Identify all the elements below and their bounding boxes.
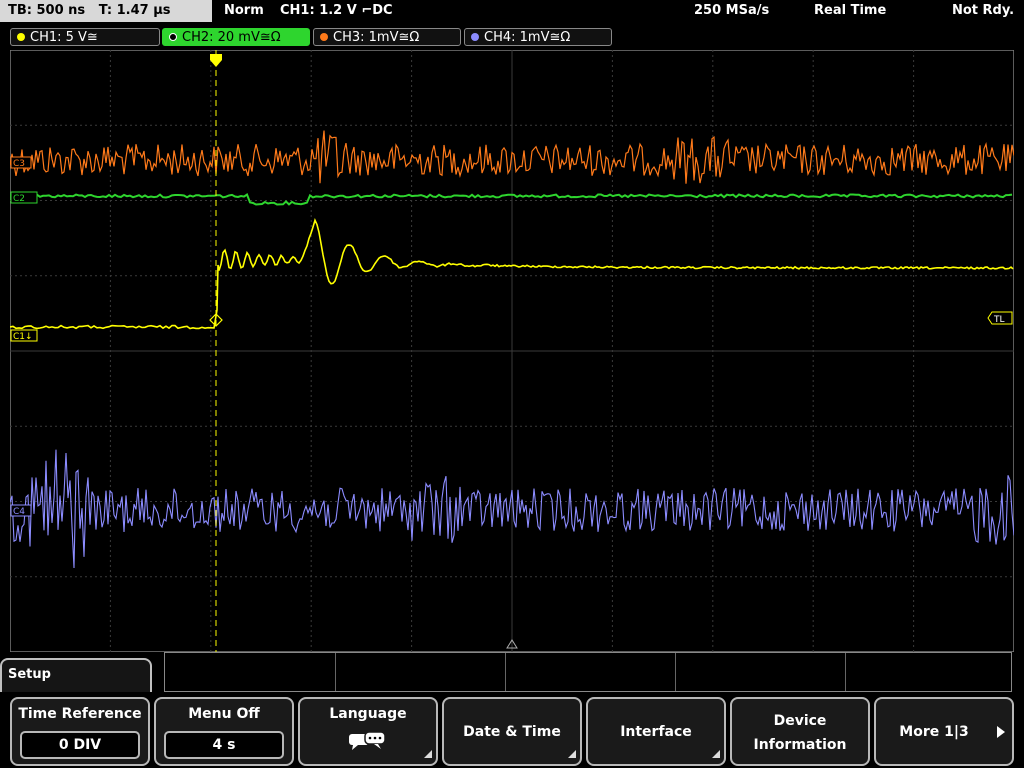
trigger-info[interactable]: CH1: 1.2 V ⌐DC xyxy=(280,0,393,22)
ch1-ground-marker: C1↓ xyxy=(10,329,38,342)
run-status: Not Rdy. xyxy=(952,3,1015,18)
ch3-ground-marker: C3 xyxy=(10,156,32,169)
device-information-button[interactable]: Device Information xyxy=(730,697,870,766)
submenu-indicator-icon xyxy=(712,750,720,758)
ch3-label: CH3: 1mV≅Ω xyxy=(333,30,420,45)
ch1-label: CH1: 5 V≅ xyxy=(30,30,98,45)
more-label: More 1|3 xyxy=(899,724,969,740)
interface-label: Interface xyxy=(620,724,692,740)
trigger-time-readout: T: 1.47 µs xyxy=(98,3,171,18)
ch1-dot-icon xyxy=(17,32,25,41)
ch2-tab[interactable]: CH2: 20 mV≅Ω xyxy=(162,28,310,46)
trigger-level-marker: TL xyxy=(987,311,1013,325)
svg-text:C1↓: C1↓ xyxy=(13,332,33,342)
menu-off-value[interactable]: 4 s xyxy=(164,731,284,759)
sample-rate: 250 MSa/s xyxy=(694,3,770,18)
ch1-tab[interactable]: CH1: 5 V≅ xyxy=(10,28,160,46)
ch2-dot-icon xyxy=(169,32,177,41)
language-button[interactable]: Language xyxy=(298,697,438,766)
menu-title-tab: Setup xyxy=(0,658,152,692)
ch2-ground-marker: C2 xyxy=(10,191,38,204)
date-time-label: Date & Time xyxy=(463,724,561,740)
menu-title: Setup xyxy=(8,667,51,682)
waveform-display[interactable]: C1↓ C2 C3 C4 TL xyxy=(9,49,1015,653)
date-time-button[interactable]: Date & Time xyxy=(442,697,582,766)
trigger-mode[interactable]: Norm xyxy=(224,0,264,22)
ch4-tab[interactable]: CH4: 1mV≅Ω xyxy=(464,28,612,46)
status-bar: Norm CH1: 1.2 V ⌐DC 250 MSa/s Real Time … xyxy=(216,0,1024,22)
ch2-label: CH2: 20 mV≅Ω xyxy=(182,30,281,45)
svg-text:C2: C2 xyxy=(13,194,25,204)
svg-text:TL: TL xyxy=(993,315,1005,325)
acquisition-mode: Real Time xyxy=(814,3,887,18)
svg-text:C4: C4 xyxy=(13,507,25,517)
waveform-canvas[interactable]: C1↓ C2 C3 C4 TL xyxy=(9,49,1015,653)
information-label: Information xyxy=(753,737,847,753)
time-reference-value[interactable]: 0 DIV xyxy=(20,731,140,759)
menu-off-label: Menu Off xyxy=(188,706,260,722)
time-reference-button[interactable]: Time Reference 0 DIV xyxy=(10,697,150,766)
arrow-right-icon xyxy=(997,726,1005,738)
speech-bubble-icon xyxy=(349,731,386,750)
submenu-indicator-icon xyxy=(568,750,576,758)
svg-text:C3: C3 xyxy=(13,159,25,169)
more-button[interactable]: More 1|3 xyxy=(874,697,1014,766)
info-strip xyxy=(164,652,1012,692)
ch4-dot-icon xyxy=(471,32,479,41)
time-reference-label: Time Reference xyxy=(18,706,142,722)
device-label: Device xyxy=(773,713,827,729)
ch3-dot-icon xyxy=(320,32,328,41)
menu-off-button[interactable]: Menu Off 4 s xyxy=(154,697,294,766)
ch3-tab[interactable]: CH3: 1mV≅Ω xyxy=(313,28,461,46)
timebase-readout: TB: 500 ns xyxy=(8,3,86,18)
ch4-label: CH4: 1mV≅Ω xyxy=(484,30,571,45)
timebase-panel[interactable]: TB: 500 ns T: 1.47 µs xyxy=(0,0,212,22)
submenu-indicator-icon xyxy=(424,750,432,758)
language-label: Language xyxy=(329,706,407,722)
ch4-ground-marker: C4 xyxy=(10,504,32,517)
interface-button[interactable]: Interface xyxy=(586,697,726,766)
